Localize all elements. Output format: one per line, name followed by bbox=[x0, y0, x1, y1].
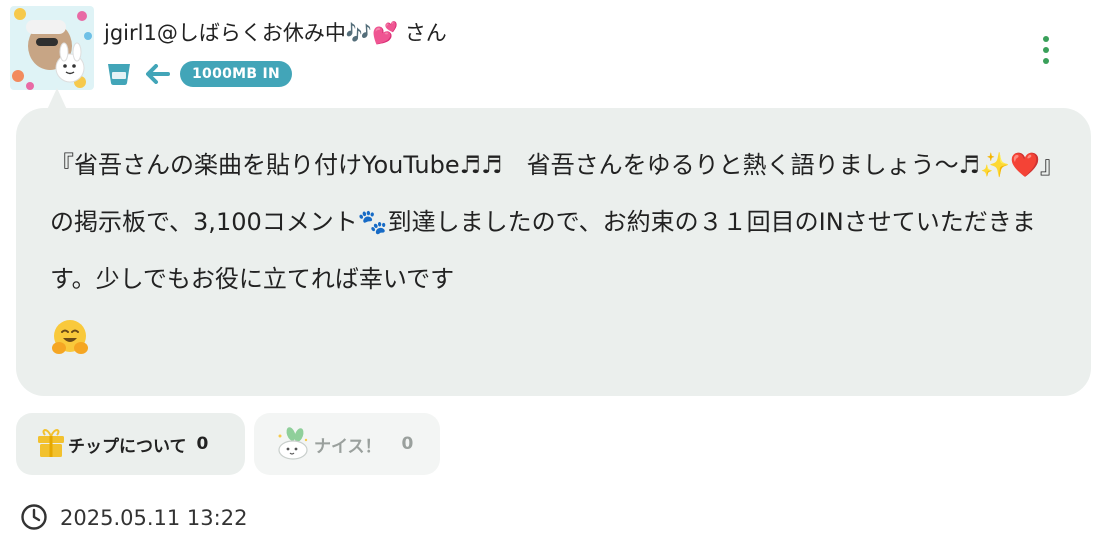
more-menu-button[interactable] bbox=[1034, 34, 1058, 66]
cup-icon bbox=[106, 62, 132, 86]
nice-count: 0 bbox=[401, 434, 414, 454]
avatar[interactable] bbox=[10, 6, 94, 90]
rabbit-icon bbox=[274, 426, 310, 462]
arrow-left-icon bbox=[146, 64, 170, 84]
post-body: 『省吾さんの楽曲を貼り付けYouTube♬♬ 省吾さんをゆるりと熱く語りましょう… bbox=[50, 151, 1052, 293]
post-timestamp: 2025.05.11 13:22 bbox=[60, 506, 248, 530]
badge-row: 1000MB IN bbox=[106, 61, 293, 87]
nice-button[interactable]: ナイス！ 0 bbox=[254, 413, 440, 475]
tip-button[interactable]: チップについて 0 bbox=[16, 413, 245, 475]
avatar-image bbox=[10, 6, 94, 90]
nice-label: ナイス！ bbox=[314, 436, 382, 457]
gift-icon bbox=[36, 429, 66, 459]
more-vertical-icon bbox=[1043, 36, 1049, 64]
post-bubble: 『省吾さんの楽曲を貼り付けYouTube♬♬ 省吾さんをゆるりと熱く語りましょう… bbox=[16, 108, 1091, 396]
hugging-face-emoji bbox=[50, 318, 90, 358]
tip-count: 0 bbox=[196, 434, 209, 454]
username[interactable]: jgirl1@しばらくお休み中🎶💕 さん bbox=[104, 18, 447, 48]
tip-label: チップについて bbox=[68, 436, 187, 457]
data-badge: 1000MB IN bbox=[180, 61, 293, 87]
clock-icon bbox=[20, 503, 48, 531]
